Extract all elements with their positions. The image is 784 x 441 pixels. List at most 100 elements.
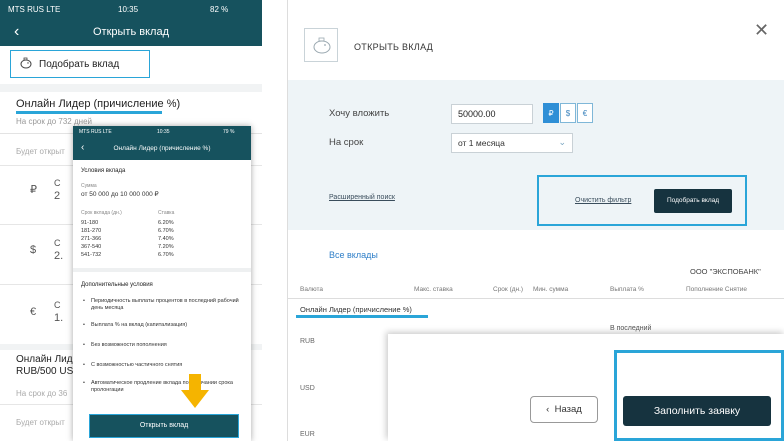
- modal-footer: ‹ Назад Заполнить заявку: [388, 334, 784, 441]
- sum-value: от 50 000 до 10 000 000 ₽: [81, 191, 159, 198]
- product-title-2-line: Онлайн Лиде: [16, 354, 79, 365]
- filter-form: Хочу вложить 50000.00 ₽ $ € На срок от 1…: [288, 80, 784, 230]
- piggy-bank-icon: [304, 28, 338, 62]
- divider: [73, 268, 251, 272]
- mobile-screen: MTS RUS LTE 10:35 82 % ‹ Открыть вклад П…: [0, 0, 262, 441]
- currency-line: 1.: [54, 312, 64, 324]
- product-title-2-line: RUB/500 USD: [16, 366, 81, 377]
- sum-label: Сумма: [81, 183, 97, 189]
- currency-rub-button[interactable]: ₽: [543, 103, 559, 123]
- table-product-title[interactable]: Онлайн Лидер (причисление %): [300, 305, 412, 314]
- invest-label: Хочу вложить: [329, 108, 390, 119]
- term-select[interactable]: от 1 месяца ⌄: [451, 133, 573, 153]
- col-header: Выплата %: [610, 286, 644, 293]
- currency-line: С: [54, 178, 61, 188]
- rate-term: 367-540: [81, 244, 102, 250]
- rate-term: 541-732: [81, 252, 102, 258]
- currency-symbol: $: [30, 244, 37, 256]
- all-deposits-link[interactable]: Все вклады: [329, 250, 378, 260]
- currency-line: 2.: [54, 250, 64, 262]
- clock: 10:35: [118, 5, 139, 14]
- condition-item: Автоматическое продление вклада по оконч…: [83, 380, 243, 394]
- back-button[interactable]: ‹ Назад: [530, 396, 598, 423]
- currency-usd-button[interactable]: $: [560, 103, 576, 123]
- highlight-underline: [16, 111, 162, 114]
- term-label: На срок: [329, 137, 364, 148]
- opened-label: Будет открыт: [16, 147, 65, 156]
- app-header: ‹ Открыть вклад: [0, 20, 262, 46]
- table-row-currency: USD: [300, 385, 315, 392]
- page-title: Открыть вклад: [93, 26, 169, 38]
- rate-term: 181-270: [81, 228, 102, 234]
- clock: 10:35: [157, 129, 170, 135]
- chevron-left-icon: ‹: [546, 404, 555, 415]
- rate-value: 6.70%: [158, 252, 174, 258]
- rate-value: 7.20%: [158, 244, 174, 250]
- product-title-2[interactable]: Онлайн Лиде RUB/500 USD: [16, 354, 80, 378]
- submit-application-button[interactable]: Заполнить заявку: [623, 396, 771, 426]
- app-header: ‹ Онлайн Лидер (причисление %): [73, 138, 251, 160]
- battery: 79 %: [223, 129, 235, 135]
- pick-deposit-button[interactable]: Подобрать вклад: [654, 189, 732, 213]
- currency-symbol: €: [30, 306, 37, 318]
- condition-item: Выплата % на вклад (капитализация): [83, 322, 243, 329]
- product-title[interactable]: Онлайн Лидер (причисление %): [16, 98, 180, 110]
- col-header: Срок (дн.): [493, 286, 524, 293]
- condition-item: Без возможности пополнения: [83, 342, 243, 349]
- rate-value: 7.40%: [158, 236, 174, 242]
- advanced-search-link[interactable]: Расширенный поиск: [329, 194, 395, 201]
- conditions-title: Условия вклада: [81, 168, 126, 174]
- open-deposit-modal: ОТКРЫТЬ ВКЛАД ✕ Хочу вложить 50000.00 ₽ …: [287, 0, 784, 441]
- modal-title: ОТКРЫТЬ ВКЛАД: [354, 42, 434, 52]
- payout-value: В последний: [610, 325, 652, 332]
- product-term: На срок до 732 дней: [16, 117, 92, 126]
- condition-item: Периодичность выплаты процентов в послед…: [83, 298, 243, 312]
- divider: [288, 298, 784, 299]
- product-term-2: На срок до 36: [16, 389, 68, 398]
- currency-symbol: ₽: [30, 184, 37, 196]
- condition-item: С возможностью частичного снятия: [83, 362, 243, 369]
- table-row-currency: EUR: [300, 431, 315, 438]
- arrow-down-icon: [181, 374, 209, 408]
- col-term: Срок вклада (дн.): [81, 210, 122, 216]
- battery: 82 %: [210, 5, 229, 14]
- extra-conditions-title: Дополнительные условия: [81, 282, 153, 288]
- filter-actions-highlight: Очистить фильтр Подобрать вклад: [537, 175, 747, 226]
- status-bar: MTS RUS LTE 10:35 82 %: [0, 0, 262, 20]
- rate-term: 271-366: [81, 236, 102, 242]
- panel-title: Онлайн Лидер (причисление %): [113, 145, 211, 152]
- piggy-bank-icon: [20, 57, 32, 69]
- currency-line: С: [54, 238, 61, 248]
- divider: [0, 84, 262, 92]
- currency-line: С: [54, 300, 61, 310]
- back-button-label: Назад: [554, 404, 582, 415]
- apply-highlight: Заполнить заявку: [614, 350, 784, 441]
- pick-deposit-label: Подобрать вклад: [39, 59, 120, 70]
- invest-amount-input[interactable]: 50000.00: [451, 104, 533, 124]
- currency-line: 2: [54, 190, 61, 202]
- highlight-underline: [296, 315, 428, 318]
- table-row-currency: RUB: [300, 338, 315, 345]
- open-deposit-button[interactable]: Открыть вклад: [89, 414, 239, 438]
- rate-value: 6.20%: [158, 220, 174, 226]
- bank-name: ООО "ЭКСПОБАНК": [690, 267, 761, 276]
- carrier: MTS RUS LTE: [79, 129, 112, 135]
- rate-term: 91-180: [81, 220, 99, 226]
- col-header: Мин. сумма: [533, 286, 569, 293]
- col-header: Валюта: [300, 286, 323, 293]
- pick-deposit-button[interactable]: Подобрать вклад: [10, 50, 150, 78]
- status-bar: MTS RUS LTE 10:35 79 %: [73, 126, 251, 138]
- modal-header: ОТКРЫТЬ ВКЛАД ✕: [288, 0, 784, 80]
- col-header: Пополнение Снятие: [686, 286, 747, 293]
- rate-value: 6.70%: [158, 228, 174, 234]
- deposit-detail-panel: MTS RUS LTE 10:35 79 % ‹ Онлайн Лидер (п…: [73, 126, 251, 441]
- opened-label-2: Будет открыт: [16, 418, 65, 427]
- carrier: MTS RUS LTE: [8, 5, 61, 14]
- term-select-value: от 1 месяца: [458, 138, 505, 148]
- close-icon[interactable]: ✕: [754, 20, 769, 41]
- chevron-down-icon: ⌄: [558, 137, 566, 147]
- col-header: Макс. ставка: [414, 286, 453, 293]
- col-rate: Ставка: [158, 210, 175, 216]
- clear-filter-link[interactable]: Очистить фильтр: [575, 197, 631, 204]
- currency-eur-button[interactable]: €: [577, 103, 593, 123]
